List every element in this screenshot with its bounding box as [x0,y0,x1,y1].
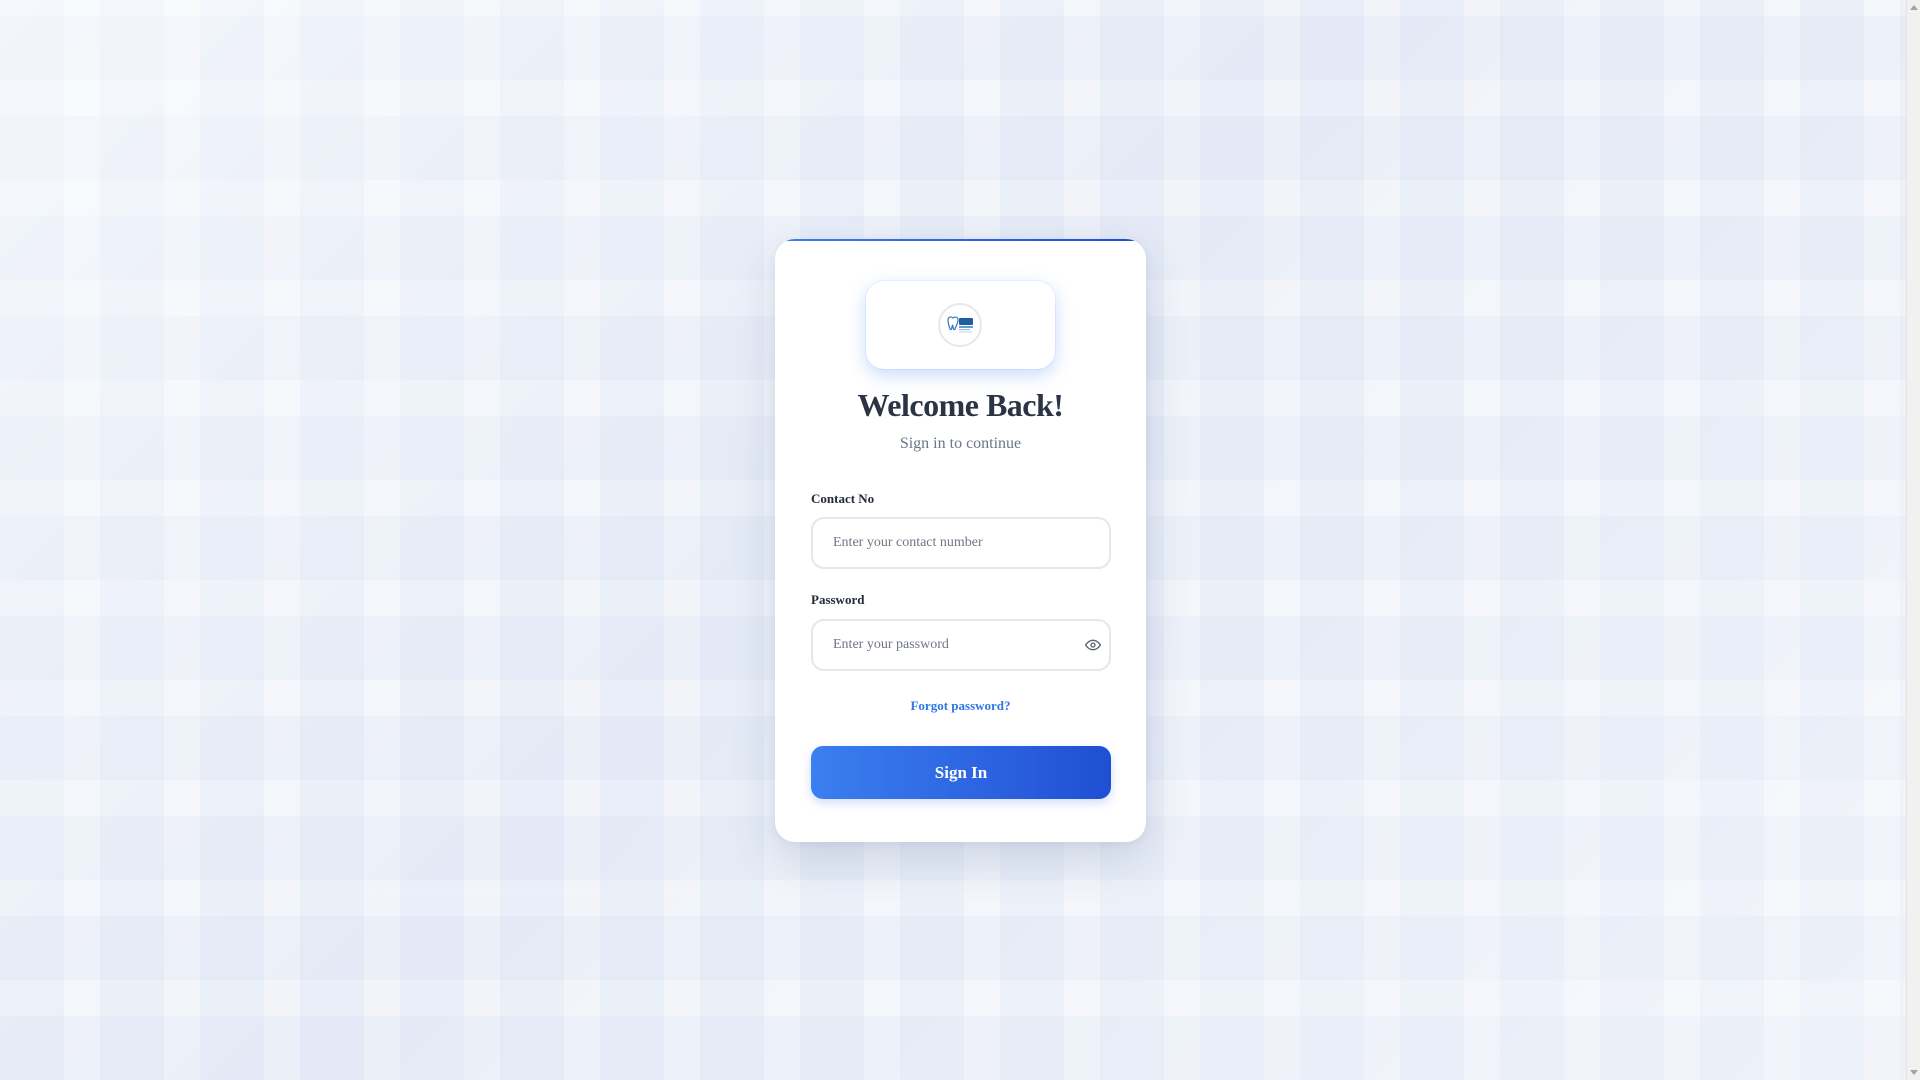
page-title: Welcome Back! [857,387,1064,423]
login-card: Welcome Back! Sign in to continue Contac… [775,239,1146,842]
card-accent-bar [785,239,1136,241]
password-field-wrapper [811,619,1111,671]
password-input[interactable] [813,621,1109,669]
eye-icon[interactable] [1081,633,1105,657]
forgot-password-link[interactable]: Forgot password? [775,698,1146,714]
contact-input[interactable] [813,519,1109,567]
sign-in-button[interactable]: Sign In [811,746,1111,799]
password-label: Password [811,592,865,607]
contact-field-wrapper [811,517,1111,569]
contact-label: Contact No [811,491,875,506]
scroll-down-icon[interactable] [1910,1070,1918,1075]
clinic-logo-icon [938,303,982,347]
page-subtitle: Sign in to continue [899,435,1022,452]
scroll-up-icon[interactable] [1910,5,1918,10]
vertical-scrollbar[interactable] [1906,0,1920,1080]
logo-container [866,281,1055,369]
